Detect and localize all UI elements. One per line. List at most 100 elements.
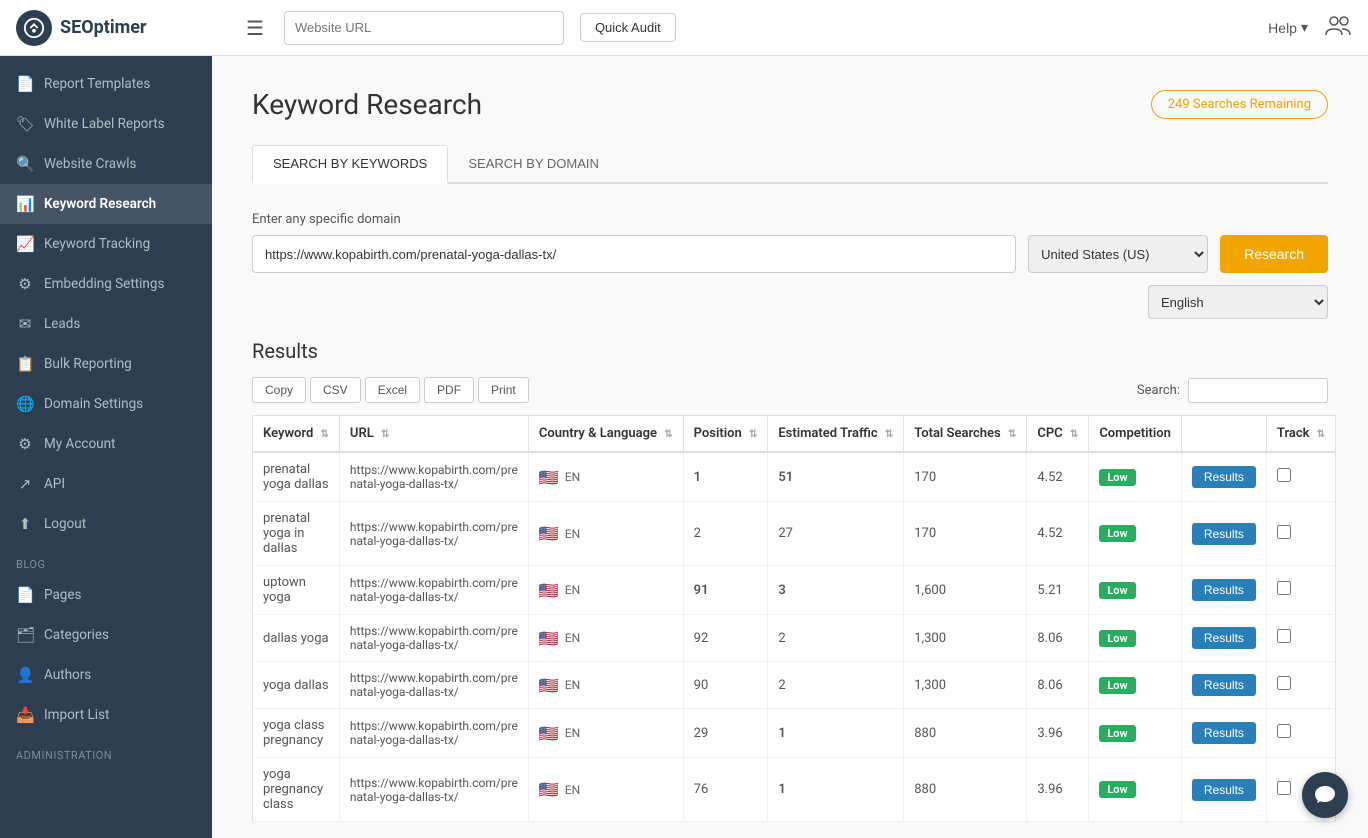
domain-input[interactable] <box>252 235 1016 273</box>
traffic-cell: 27 <box>768 502 904 566</box>
results-button[interactable]: Results <box>1192 722 1256 744</box>
sidebar-item-keyword-tracking[interactable]: 📈Keyword Tracking <box>0 224 212 264</box>
cpc-cell: 3.96 <box>1027 758 1089 822</box>
page-header: Keyword Research 249 Searches Remaining <box>252 88 1328 121</box>
sidebar-item-keyword-research[interactable]: 📊 Keyword Research <box>0 184 212 224</box>
sidebar-label-logout: Logout <box>44 516 86 532</box>
research-button[interactable]: Research <box>1220 235 1328 273</box>
lang-label: EN <box>565 678 580 692</box>
sidebar-item-website-crawls[interactable]: 🔍Website Crawls <box>0 144 212 184</box>
sidebar-item-categories[interactable]: 🗂Categories <box>0 615 212 655</box>
lang-label: EN <box>565 527 580 541</box>
track-checkbox[interactable] <box>1277 781 1291 795</box>
track-cell <box>1266 452 1335 502</box>
sidebar-item-report-templates[interactable]: 📄Report Templates <box>0 64 212 104</box>
sidebar-item-logout[interactable]: ⬆Logout <box>0 504 212 544</box>
country-cell: 🇺🇸 EN <box>528 662 683 709</box>
results-button[interactable]: Results <box>1192 779 1256 801</box>
searches-cell: 1,300 <box>904 615 1027 662</box>
sort-icon-url: ⇅ <box>381 429 389 440</box>
tab-by-domain[interactable]: SEARCH BY DOMAIN <box>448 145 619 184</box>
table-row: prenatal yoga dallas https://www.kopabir… <box>253 452 1336 502</box>
url-cell: https://www.kopabirth.com/pre natal-yoga… <box>339 662 528 709</box>
chat-bubble[interactable] <box>1302 772 1348 818</box>
table-row: yoga dallas https://www.kopabirth.com/pr… <box>253 662 1336 709</box>
col-competition: Competition <box>1089 416 1182 453</box>
track-checkbox[interactable] <box>1277 676 1291 690</box>
sort-icon-searches: ⇅ <box>1008 429 1016 440</box>
searches-remaining-badge: 249 Searches Remaining <box>1151 90 1328 119</box>
table-search-input[interactable] <box>1188 378 1328 403</box>
lang-select-row: English Spanish French German <box>252 285 1328 319</box>
results-btn-cell: Results <box>1181 709 1266 758</box>
sidebar-item-api[interactable]: ↗API <box>0 464 212 504</box>
logo-icon <box>16 10 52 46</box>
results-button[interactable]: Results <box>1192 579 1256 601</box>
sidebar-label-keyword-research: Keyword Research <box>44 196 156 212</box>
sort-icon-country: ⇅ <box>664 429 672 440</box>
results-button[interactable]: Results <box>1192 674 1256 696</box>
sidebar-icon-white-label-reports: 🏷 <box>16 115 34 133</box>
flag-icon: 🇺🇸 <box>539 676 559 695</box>
language-select[interactable]: English Spanish French German <box>1148 285 1328 319</box>
sidebar-icon-domain-settings: 🌐 <box>16 395 34 413</box>
lang-label: EN <box>565 631 580 645</box>
top-nav: SEOptimer ☰ Quick Audit Help ▾ <box>0 0 1368 56</box>
sidebar-item-my-account[interactable]: ⚙ My Account <box>0 424 212 464</box>
search-row: United States (US) United Kingdom (UK) C… <box>252 235 1328 273</box>
users-icon[interactable] <box>1324 13 1352 43</box>
sidebar-label-my-account: My Account <box>44 436 115 452</box>
position-cell: 92 <box>683 615 768 662</box>
sidebar-label-pages: Pages <box>44 587 82 603</box>
sidebar-item-authors[interactable]: 👤Authors <box>0 655 212 695</box>
help-label: Help <box>1268 20 1297 36</box>
sidebar-icon-keyword-research: 📊 <box>16 195 34 213</box>
sidebar-icon-my-account: ⚙ <box>16 435 34 453</box>
results-button[interactable]: Results <box>1192 523 1256 545</box>
track-checkbox[interactable] <box>1277 581 1291 595</box>
results-title: Results <box>252 339 1328 363</box>
sidebar-item-domain-settings[interactable]: 🌐 Domain Settings <box>0 384 212 424</box>
position-cell: 91 <box>683 566 768 615</box>
copy-button[interactable]: Copy <box>252 377 306 403</box>
help-button[interactable]: Help ▾ <box>1268 19 1308 36</box>
csv-button[interactable]: CSV <box>310 377 361 403</box>
pdf-button[interactable]: PDF <box>424 377 474 403</box>
sidebar-item-bulk-reporting[interactable]: 📋Bulk Reporting <box>0 344 212 384</box>
flag-icon: 🇺🇸 <box>539 724 559 743</box>
sidebar-item-white-label-reports[interactable]: 🏷White Label Reports <box>0 104 212 144</box>
results-button[interactable]: Results <box>1192 627 1256 649</box>
quick-audit-button[interactable]: Quick Audit <box>580 13 676 42</box>
sidebar-label-domain-settings: Domain Settings <box>44 396 143 412</box>
track-cell <box>1266 566 1335 615</box>
print-button[interactable]: Print <box>478 377 529 403</box>
track-checkbox[interactable] <box>1277 629 1291 643</box>
results-button[interactable]: Results <box>1192 466 1256 488</box>
cpc-cell: 5.21 <box>1027 566 1089 615</box>
track-checkbox[interactable] <box>1277 468 1291 482</box>
results-btn-cell: Results <box>1181 452 1266 502</box>
url-cell: https://www.kopabirth.com/pre natal-yoga… <box>339 566 528 615</box>
sidebar-item-import-list[interactable]: 📥Import List <box>0 695 212 735</box>
sidebar-item-embedding-settings[interactable]: ⚙Embedding Settings <box>0 264 212 304</box>
cpc-cell: 4.52 <box>1027 452 1089 502</box>
country-select[interactable]: United States (US) United Kingdom (UK) C… <box>1028 235 1208 273</box>
results-btn-cell: Results <box>1181 662 1266 709</box>
position-cell: 90 <box>683 662 768 709</box>
search-label: Search: <box>1137 383 1180 398</box>
flag-icon: 🇺🇸 <box>539 468 559 487</box>
sidebar-item-leads[interactable]: ✉Leads <box>0 304 212 344</box>
url-input-top[interactable] <box>284 11 564 45</box>
table-actions-left: Copy CSV Excel PDF Print <box>252 377 529 403</box>
sort-icon-keyword: ⇅ <box>321 429 329 440</box>
hamburger-icon[interactable]: ☰ <box>242 12 268 44</box>
position-cell: 2 <box>683 502 768 566</box>
sidebar-icon-leads: ✉ <box>16 315 34 333</box>
track-checkbox[interactable] <box>1277 525 1291 539</box>
excel-button[interactable]: Excel <box>365 377 420 403</box>
tab-by-keywords[interactable]: SEARCH BY KEYWORDS <box>252 145 448 184</box>
sidebar-item-pages[interactable]: 📄Pages <box>0 575 212 615</box>
results-table: Keyword ⇅ URL ⇅ Country & Language ⇅ Pos… <box>252 415 1336 822</box>
track-checkbox[interactable] <box>1277 724 1291 738</box>
logo-text: SEOptimer <box>60 17 147 38</box>
